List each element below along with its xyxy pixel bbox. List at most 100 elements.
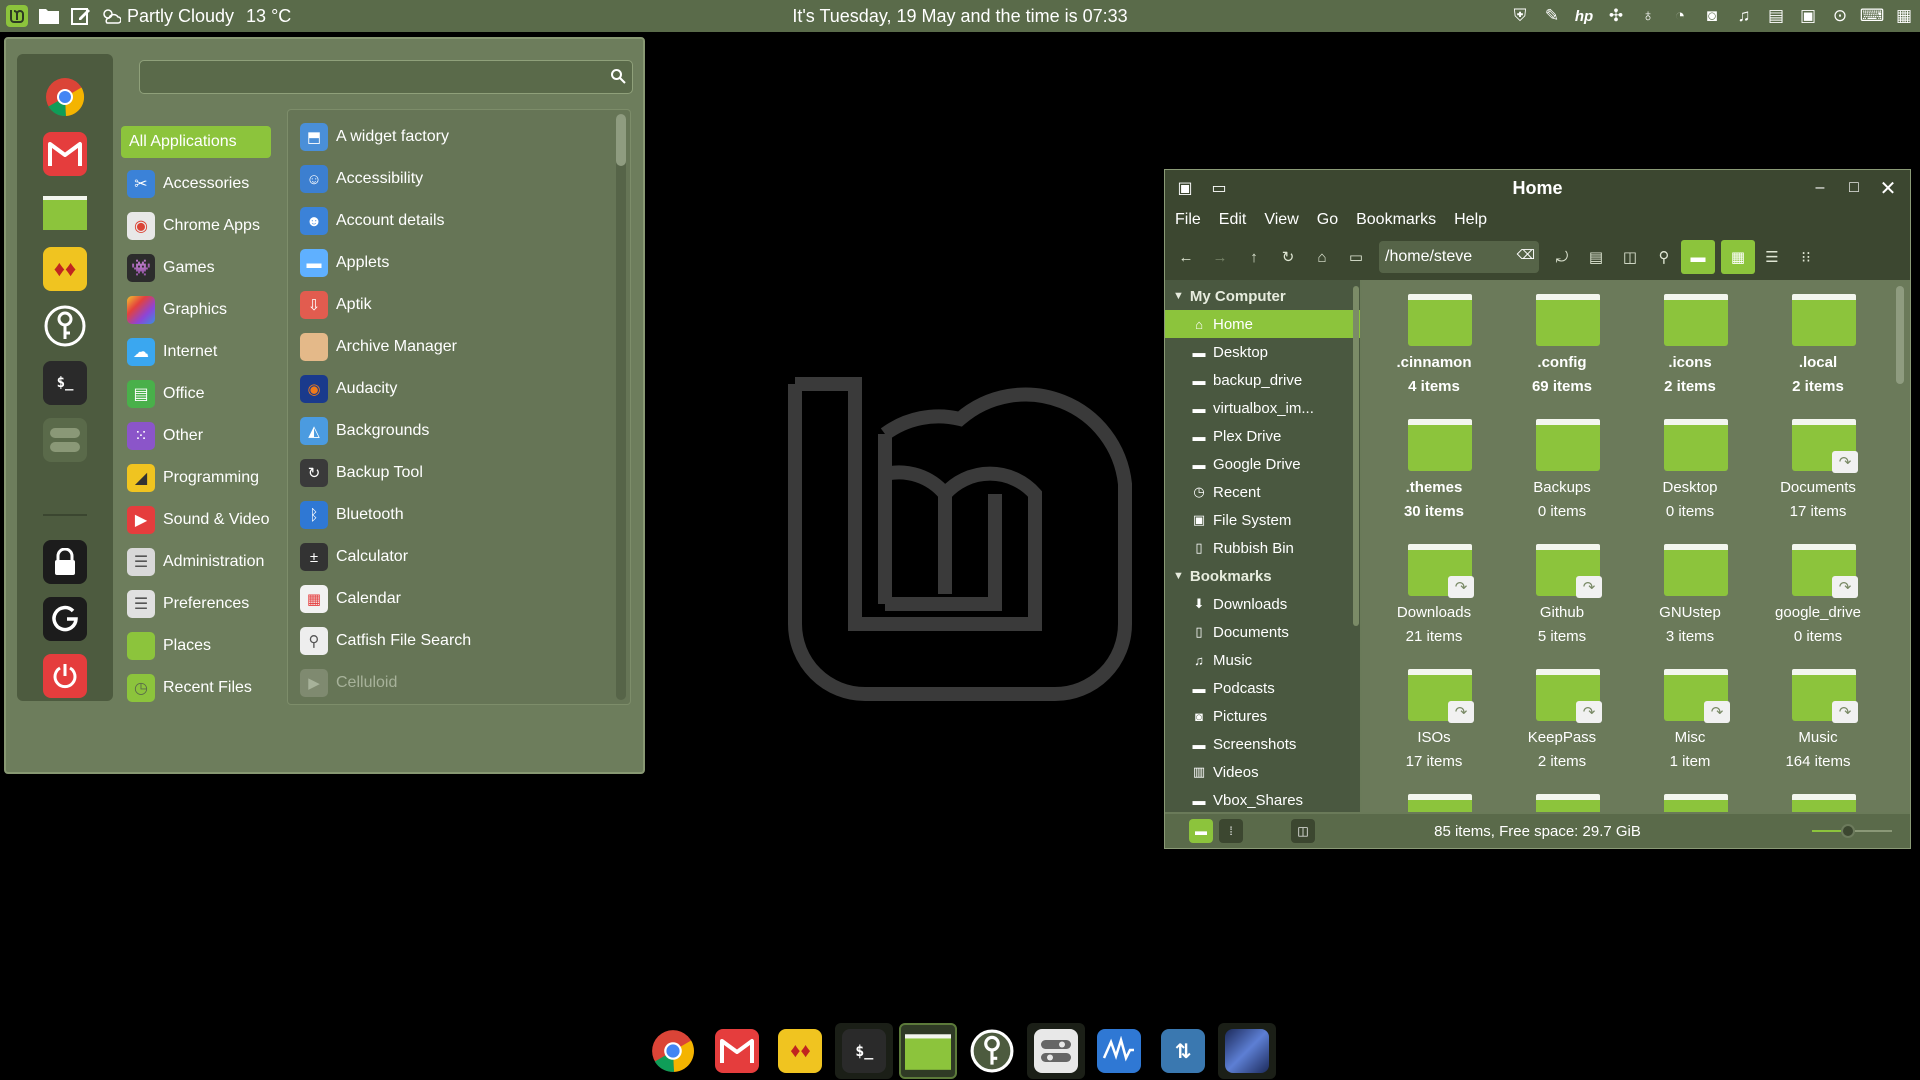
app-a-widget-factory[interactable]: ⬒ A widget factory xyxy=(288,116,630,158)
zoom-slider[interactable] xyxy=(1812,824,1892,838)
window-titlebar[interactable]: ▣ ▭ Home – □ ✕ xyxy=(1165,170,1910,206)
file-item[interactable]: ↷ ISOs 17 items xyxy=(1370,659,1498,779)
sidebar-item-screenshots[interactable]: ▬ Screenshots xyxy=(1165,730,1360,758)
file-item[interactable] xyxy=(1370,784,1498,812)
favorite-keepass[interactable] xyxy=(43,304,87,348)
bell-icon[interactable]: ♫ xyxy=(1730,2,1758,30)
file-view-scrollbar[interactable] xyxy=(1896,286,1904,384)
list-view-icon[interactable]: ☰ xyxy=(1755,240,1789,274)
app-backgrounds[interactable]: ◭ Backgrounds xyxy=(288,410,630,452)
category-internet[interactable]: ☁ Internet xyxy=(121,331,281,373)
app-catfish-file-search[interactable]: ⚲ Catfish File Search xyxy=(288,620,630,662)
file-item[interactable]: ↷ google_drive 0 items xyxy=(1754,534,1882,654)
app-archive-manager[interactable]: Archive Manager xyxy=(288,326,630,368)
sidebar-item-rubbish-bin[interactable]: ▯ Rubbish Bin xyxy=(1165,534,1360,562)
notes-icon[interactable]: ▦ xyxy=(1890,2,1918,30)
sidebar-item-downloads[interactable]: ⬇ Downloads xyxy=(1165,590,1360,618)
sidebar-scrollbar[interactable] xyxy=(1353,286,1359,626)
mint-menu-button[interactable] xyxy=(3,3,31,29)
category-recent-files[interactable]: ◷ Recent Files xyxy=(121,667,281,709)
minimize-icon[interactable]: – xyxy=(1806,174,1834,202)
menu-edit[interactable]: Edit xyxy=(1219,211,1247,229)
folder-icon[interactable] xyxy=(35,2,63,30)
file-item[interactable]: ↷ KeepPass 2 items xyxy=(1498,659,1626,779)
hp-icon[interactable]: hp xyxy=(1570,2,1598,30)
category-all-applications[interactable]: All Applications xyxy=(121,126,271,158)
back-icon[interactable]: ← xyxy=(1169,240,1203,274)
category-chrome-apps[interactable]: ◉ Chrome Apps xyxy=(121,205,281,247)
forward-icon[interactable]: → xyxy=(1203,240,1237,274)
camera-icon[interactable]: ◙ xyxy=(1698,2,1726,30)
favorite-files[interactable] xyxy=(43,190,87,234)
menu-search-box[interactable] xyxy=(139,60,633,94)
favorite-toggle[interactable] xyxy=(43,418,87,462)
app-accessibility[interactable]: ☺ Accessibility xyxy=(288,158,630,200)
settings-icon[interactable]: ⊙ xyxy=(1826,2,1854,30)
show-places-icon[interactable]: ▬ xyxy=(1189,819,1213,843)
shield-icon[interactable]: ⛨ xyxy=(1506,2,1534,30)
file-item[interactable] xyxy=(1754,784,1882,812)
sidebar-section-bookmarks[interactable]: ▼ Bookmarks xyxy=(1165,562,1360,590)
dock-updater[interactable]: ⇅ xyxy=(1154,1023,1212,1079)
sidebar-item-pictures[interactable]: ◙ Pictures xyxy=(1165,702,1360,730)
category-games[interactable]: 👾 Games xyxy=(121,247,281,289)
app-backup-tool[interactable]: ↻ Backup Tool xyxy=(288,452,630,494)
favorite-gmail[interactable] xyxy=(43,132,87,176)
file-item[interactable]: ↷ Misc 1 item xyxy=(1626,659,1754,779)
file-item[interactable]: GNUstep 3 items xyxy=(1626,534,1754,654)
file-item[interactable]: ↷ Downloads 21 items xyxy=(1370,534,1498,654)
logout-button[interactable] xyxy=(43,597,87,641)
category-preferences[interactable]: ☰ Preferences xyxy=(121,583,281,625)
sidebar-section-my-computer[interactable]: ▼ My Computer xyxy=(1165,282,1360,310)
bulb-icon[interactable]: ♁ xyxy=(1634,2,1662,30)
favorite-dice[interactable]: ♦♦ xyxy=(43,247,87,291)
compact-view-icon[interactable]: ⁝⁝ xyxy=(1789,240,1823,274)
show-thumbnails-icon[interactable]: ▬ xyxy=(1681,240,1715,274)
paperclip-icon[interactable]: ✎ xyxy=(1538,2,1566,30)
file-item[interactable]: .local 2 items xyxy=(1754,284,1882,404)
dock-monitor[interactable] xyxy=(1091,1023,1149,1079)
dock-gmail[interactable] xyxy=(708,1023,766,1079)
toggle-location-icon[interactable]: ⤾ xyxy=(1545,240,1579,274)
hide-sidebar-icon[interactable]: ◫ xyxy=(1291,819,1315,843)
dock-chrome[interactable] xyxy=(644,1023,702,1079)
sidebar-item-file-system[interactable]: ▣ File System xyxy=(1165,506,1360,534)
favorite-chrome[interactable] xyxy=(43,75,87,119)
home-icon[interactable]: ⌂ xyxy=(1305,240,1339,274)
category-sound-video[interactable]: ▶ Sound & Video xyxy=(121,499,281,541)
screenshot-icon[interactable]: ▣ xyxy=(1794,2,1822,30)
sidebar-item-documents[interactable]: ▯ Documents xyxy=(1165,618,1360,646)
sidebar-item-google-drive[interactable]: ▬ Google Drive xyxy=(1165,450,1360,478)
menu-go[interactable]: Go xyxy=(1317,211,1338,229)
vpn-icon[interactable]: ◔ xyxy=(1666,2,1694,30)
file-item[interactable]: Backups 0 items xyxy=(1498,409,1626,529)
menu-file[interactable]: File xyxy=(1175,211,1201,229)
file-item[interactable]: ↷ Documents 17 items xyxy=(1754,409,1882,529)
zoom-slider-knob[interactable] xyxy=(1841,824,1855,838)
maximize-icon[interactable]: □ xyxy=(1840,174,1868,202)
app-calculator[interactable]: ± Calculator xyxy=(288,536,630,578)
location-bar[interactable]: /home/steve ⌫ xyxy=(1379,241,1539,273)
app-aptik[interactable]: ⇩ Aptik xyxy=(288,284,630,326)
category-other[interactable]: ⁙ Other xyxy=(121,415,281,457)
app-list-scrollbar[interactable] xyxy=(616,114,626,700)
file-item[interactable]: .cinnamon 4 items xyxy=(1370,284,1498,404)
sidebar-item-videos[interactable]: ▥ Videos xyxy=(1165,758,1360,786)
dock-workspace[interactable] xyxy=(1218,1023,1276,1079)
category-places[interactable]: Places xyxy=(121,625,281,667)
sidebar-item-desktop[interactable]: ▬ Desktop xyxy=(1165,338,1360,366)
sidebar-item-recent[interactable]: ◷ Recent xyxy=(1165,478,1360,506)
category-office[interactable]: ▤ Office xyxy=(121,373,281,415)
computer-icon[interactable]: ▭ xyxy=(1339,240,1373,274)
sidebar-item-music[interactable]: ♫ Music xyxy=(1165,646,1360,674)
app-account-details[interactable]: ☻ Account details xyxy=(288,200,630,242)
dock-dice[interactable]: ♦♦ xyxy=(772,1023,830,1079)
favorite-terminal[interactable]: $_ xyxy=(43,361,87,405)
shutdown-button[interactable] xyxy=(43,654,87,698)
dock-settings[interactable] xyxy=(1026,1023,1085,1079)
reload-icon[interactable]: ↻ xyxy=(1271,240,1305,274)
menu-search-input[interactable] xyxy=(140,61,632,93)
category-administration[interactable]: ☰ Administration xyxy=(121,541,281,583)
category-programming[interactable]: ◢ Programming xyxy=(121,457,281,499)
file-item[interactable]: ↷ Music 164 items xyxy=(1754,659,1882,779)
